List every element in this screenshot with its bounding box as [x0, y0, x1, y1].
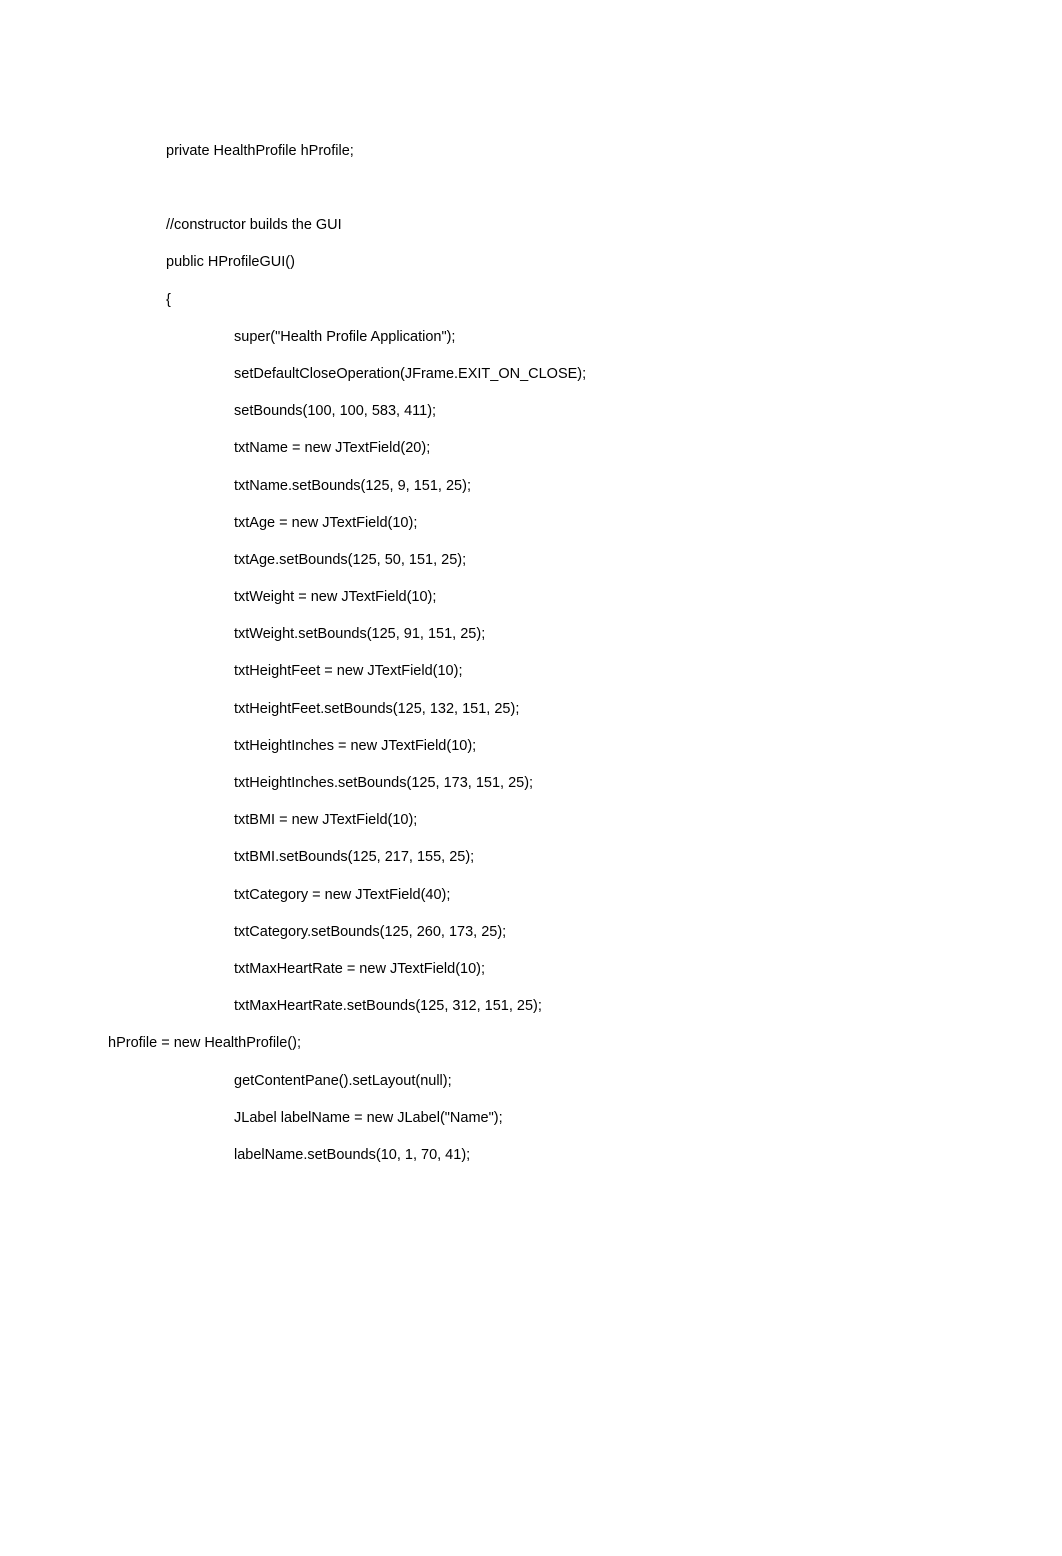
code-line: txtBMI = new JTextField(10); — [108, 809, 1062, 832]
code-line: hProfile = new HealthProfile(); — [108, 1032, 1062, 1055]
code-line: //constructor builds the GUI — [108, 214, 1062, 237]
code-line: setDefaultCloseOperation(JFrame.EXIT_ON_… — [108, 363, 1062, 386]
code-line: txtCategory = new JTextField(40); — [108, 884, 1062, 907]
code-line: setBounds(100, 100, 583, 411); — [108, 400, 1062, 423]
code-line: txtWeight = new JTextField(10); — [108, 586, 1062, 609]
code-line: txtBMI.setBounds(125, 217, 155, 25); — [108, 846, 1062, 869]
code-line: txtHeightFeet.setBounds(125, 132, 151, 2… — [108, 698, 1062, 721]
code-line: txtName = new JTextField(20); — [108, 437, 1062, 460]
code-line: txtHeightFeet = new JTextField(10); — [108, 660, 1062, 683]
code-line: txtHeightInches.setBounds(125, 173, 151,… — [108, 772, 1062, 795]
code-line: getContentPane().setLayout(null); — [108, 1070, 1062, 1093]
code-line: txtName.setBounds(125, 9, 151, 25); — [108, 475, 1062, 498]
code-block: private HealthProfile hProfile; //constru… — [0, 140, 1062, 1167]
code-line: labelName.setBounds(10, 1, 70, 41); — [108, 1144, 1062, 1167]
code-line: txtAge.setBounds(125, 50, 151, 25); — [108, 549, 1062, 572]
code-line: txtAge = new JTextField(10); — [108, 512, 1062, 535]
code-line: private HealthProfile hProfile; — [108, 140, 1062, 163]
code-line: { — [108, 289, 1062, 312]
code-line: txtWeight.setBounds(125, 91, 151, 25); — [108, 623, 1062, 646]
code-line: txtMaxHeartRate.setBounds(125, 312, 151,… — [108, 995, 1062, 1018]
code-line: txtMaxHeartRate = new JTextField(10); — [108, 958, 1062, 981]
code-line: txtHeightInches = new JTextField(10); — [108, 735, 1062, 758]
code-line: txtCategory.setBounds(125, 260, 173, 25)… — [108, 921, 1062, 944]
code-line: public HProfileGUI() — [108, 251, 1062, 274]
code-line: super("Health Profile Application"); — [108, 326, 1062, 349]
blank-line — [108, 177, 1062, 200]
code-line: JLabel labelName = new JLabel("Name"); — [108, 1107, 1062, 1130]
